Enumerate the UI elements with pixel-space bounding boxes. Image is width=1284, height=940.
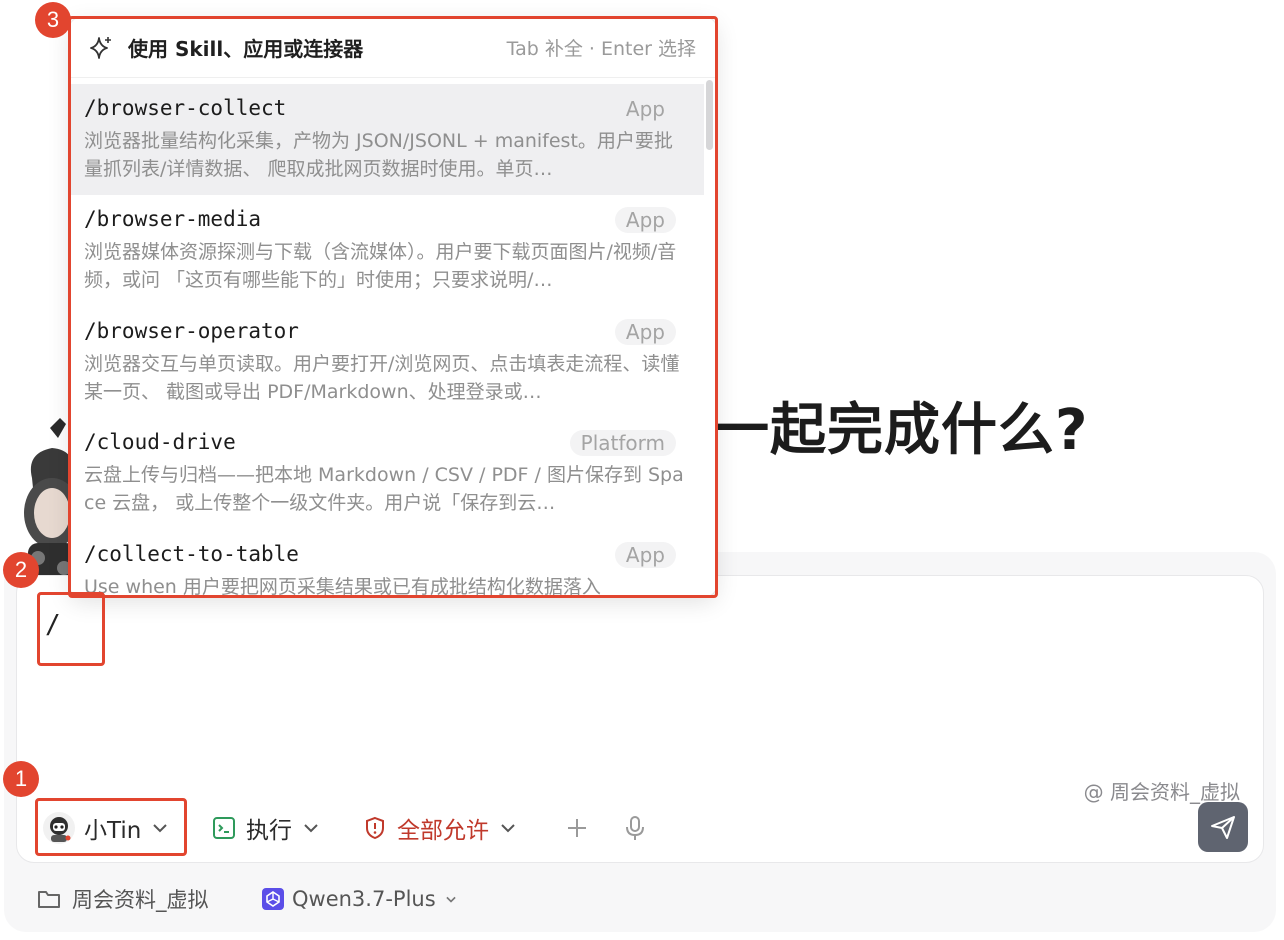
workspace-folder[interactable]: 周会资料_虚拟 — [36, 882, 209, 916]
annotation-box-1 — [35, 798, 187, 856]
plus-icon — [568, 819, 586, 837]
annotation-marker-2: 2 — [3, 552, 39, 588]
voice-input-button[interactable] — [620, 806, 650, 850]
shield-icon — [366, 816, 384, 840]
send-icon — [1211, 816, 1235, 839]
execution-mode-selector[interactable]: 执行 — [212, 806, 322, 850]
annotation-marker-1: 1 — [3, 761, 39, 797]
page-heading: 一起完成什么? — [713, 398, 1089, 463]
chevron-down-icon — [446, 896, 456, 903]
permission-selector[interactable]: 全部允许 — [363, 806, 519, 850]
microphone-icon — [626, 816, 644, 840]
annotation-box-2 — [37, 592, 105, 666]
chevron-down-icon — [304, 824, 318, 833]
chevron-down-icon — [501, 824, 515, 833]
workspace-folder-label: 周会资料_虚拟 — [72, 888, 209, 912]
annotation-marker-3: 3 — [35, 2, 71, 38]
permission-label: 全部允许 — [397, 818, 489, 844]
annotation-box-3 — [68, 16, 718, 598]
terminal-icon — [213, 817, 235, 839]
send-button[interactable] — [1198, 802, 1248, 852]
model-selector[interactable]: Qwen3.7-Plus — [262, 882, 460, 916]
model-logo-icon — [262, 888, 284, 910]
add-button[interactable] — [562, 806, 592, 850]
model-label: Qwen3.7-Plus — [292, 887, 436, 911]
execution-mode-label: 执行 — [246, 818, 292, 844]
folder-icon — [38, 891, 60, 908]
workspace-mention[interactable]: @ 周会资料_虚拟 — [1084, 776, 1240, 805]
